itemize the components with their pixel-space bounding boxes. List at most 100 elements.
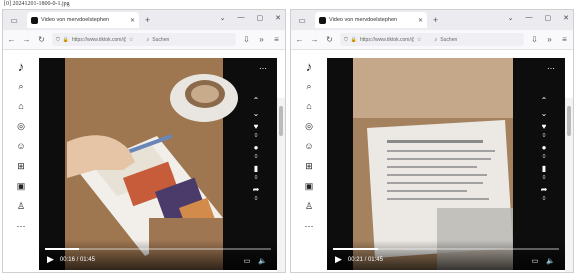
- tab-bar: ▭ Video von mervdoelstephen ✕ + ⌄ — ▢ ✕: [291, 10, 573, 30]
- address-bar[interactable]: ⛉ 🔒 https://www.tiktok.com/@... ☆ ⌕ Such…: [52, 33, 236, 46]
- extensions-icon[interactable]: ⇩: [242, 35, 251, 44]
- chevron-down-icon[interactable]: ⌄: [253, 109, 260, 118]
- close-window-icon[interactable]: ✕: [275, 14, 281, 22]
- bookmark-star-icon[interactable]: ☆: [417, 37, 421, 43]
- scrollbar-thumb[interactable]: [279, 106, 283, 136]
- compass-icon[interactable]: ◎: [303, 120, 315, 132]
- upload-icon[interactable]: ⊞: [15, 160, 27, 172]
- upload-icon[interactable]: ⊞: [303, 160, 315, 172]
- compass-icon[interactable]: ◎: [15, 120, 27, 132]
- forward-icon[interactable]: →: [22, 35, 31, 44]
- maximize-icon[interactable]: ▢: [545, 14, 552, 22]
- captions-icon[interactable]: ▭: [244, 257, 251, 265]
- tiktok-page: ♪ ⌕ ⌂ ◎ ☺ ⊞ ▣ ♙ ⋯ ⋯ ⌃ ⌄ ♥ 0 ● 0 ▮ 0 ➦ 0 …: [291, 50, 573, 272]
- home-icon[interactable]: ⌂: [303, 100, 315, 112]
- forward-icon[interactable]: →: [310, 35, 319, 44]
- chevron-down-icon[interactable]: ⌄: [220, 14, 226, 22]
- live-icon[interactable]: ▣: [303, 180, 315, 192]
- tiktok-favicon-icon: [31, 16, 38, 24]
- tiktok-page: ♪ ⌕ ⌂ ◎ ☺ ⊞ ▣ ♙ ⋯ ⋯ ⌃ ⌄ ♥ 0 ● 0 ▮ 0 ➦ 0 …: [3, 50, 285, 272]
- player-controls: ▶ 00:21 / 01:45 ▭ 🔈: [327, 240, 565, 270]
- play-icon[interactable]: ▶: [47, 254, 54, 265]
- search-icon: ⌕: [146, 36, 150, 43]
- tiktok-favicon-icon: [319, 16, 326, 24]
- browser-tab[interactable]: Video von mervdoelstephen ✕: [27, 12, 139, 28]
- share-icon[interactable]: ➦: [253, 185, 260, 194]
- more-icon[interactable]: ⋯: [15, 220, 27, 232]
- captions-icon[interactable]: ▭: [532, 257, 539, 265]
- time-readout: 00:21 / 01:45: [347, 256, 383, 263]
- share-icon[interactable]: ➦: [541, 185, 548, 194]
- more-icon[interactable]: ⋯: [303, 220, 315, 232]
- tiktok-logo-icon[interactable]: ♪: [15, 59, 27, 74]
- heart-icon[interactable]: ♥: [254, 122, 259, 131]
- bookmark-star-icon[interactable]: ☆: [129, 37, 133, 43]
- profile-icon[interactable]: ♙: [15, 200, 27, 212]
- progress-bar[interactable]: [45, 248, 271, 250]
- back-icon[interactable]: ←: [7, 35, 16, 44]
- playback-controls: ▶ 00:21 / 01:45: [335, 254, 383, 265]
- tab-list-icon[interactable]: ▭: [7, 16, 21, 25]
- bookmark-icon[interactable]: ▮: [254, 164, 258, 173]
- volume-icon[interactable]: 🔈: [258, 257, 267, 265]
- close-tab-icon[interactable]: ✕: [418, 17, 423, 24]
- comment-icon[interactable]: ●: [542, 143, 547, 152]
- minimize-icon[interactable]: —: [238, 14, 245, 22]
- downloads-icon[interactable]: »: [545, 35, 554, 44]
- downloads-icon[interactable]: »: [257, 35, 266, 44]
- close-tab-icon[interactable]: ✕: [130, 17, 135, 24]
- scrollbar-thumb[interactable]: [567, 106, 571, 136]
- chevron-up-icon[interactable]: ⌃: [541, 96, 548, 105]
- action-rail: ⌃ ⌄ ♥ 0 ● 0 ▮ 0 ➦ 0: [243, 58, 269, 240]
- url-text: https://www.tiktok.com/@...: [72, 36, 126, 43]
- tiktok-sidebar: ♪ ⌕ ⌂ ◎ ☺ ⊞ ▣ ♙ ⋯: [291, 50, 327, 272]
- progress-fill: [333, 248, 379, 250]
- video-player[interactable]: ⋯ ⌃ ⌄ ♥ 0 ● 0 ▮ 0 ➦ 0 ▶ 00:16 / 01:45 ▭ …: [39, 58, 277, 270]
- window-controls: ⌄ — ▢ ✕: [508, 14, 569, 22]
- search-icon[interactable]: ⌕: [15, 80, 27, 92]
- volume-icon[interactable]: 🔈: [546, 257, 555, 265]
- home-icon[interactable]: ⌂: [15, 100, 27, 112]
- live-icon[interactable]: ▣: [15, 180, 27, 192]
- tab-list-icon[interactable]: ▭: [295, 16, 309, 25]
- chevron-up-icon[interactable]: ⌃: [253, 96, 260, 105]
- menu-icon[interactable]: ≡: [560, 35, 569, 44]
- reload-icon[interactable]: ↻: [37, 35, 46, 44]
- url-text: https://www.tiktok.com/@...: [360, 36, 414, 43]
- tiktok-logo-icon[interactable]: ♪: [303, 59, 315, 74]
- tab-bar: ▭ Video von mervdoelstephen ✕ + ⌄ — ▢ ✕: [3, 10, 285, 30]
- heart-icon[interactable]: ♥: [542, 122, 547, 131]
- minimize-icon[interactable]: —: [526, 14, 533, 22]
- extensions-icon[interactable]: ⇩: [530, 35, 539, 44]
- like-count: 0: [254, 133, 258, 139]
- address-bar[interactable]: ⛉ 🔒 https://www.tiktok.com/@... ☆ ⌕ Such…: [340, 33, 524, 46]
- video-frame: [39, 58, 277, 270]
- profile-icon[interactable]: ♙: [303, 200, 315, 212]
- bookmark-icon[interactable]: ▮: [542, 164, 546, 173]
- new-tab-icon[interactable]: +: [145, 15, 150, 25]
- close-window-icon[interactable]: ✕: [563, 14, 569, 22]
- browser-tab[interactable]: Video von mervdoelstephen ✕: [315, 12, 427, 28]
- menu-icon[interactable]: ≡: [272, 35, 281, 44]
- page-scrollbar[interactable]: [565, 98, 573, 272]
- reload-icon[interactable]: ↻: [325, 35, 334, 44]
- chevron-down-icon[interactable]: ⌄: [541, 109, 548, 118]
- back-icon[interactable]: ←: [295, 35, 304, 44]
- page-scrollbar[interactable]: [277, 98, 285, 272]
- nav-bar: ← → ↻ ⛉ 🔒 https://www.tiktok.com/@... ☆ …: [3, 30, 285, 50]
- video-player[interactable]: ⋯ ⌃ ⌄ ♥ 0 ● 0 ▮ 0 ➦ 0 ▶ 00:21 / 01:45 ▭ …: [327, 58, 565, 270]
- play-icon[interactable]: ▶: [335, 254, 342, 265]
- search-icon: ⌕: [434, 36, 438, 43]
- chevron-down-icon[interactable]: ⌄: [508, 14, 514, 22]
- window-controls: ⌄ — ▢ ✕: [220, 14, 281, 22]
- new-tab-icon[interactable]: +: [433, 15, 438, 25]
- following-icon[interactable]: ☺: [15, 140, 27, 152]
- lock-icon: 🔒: [350, 36, 357, 43]
- search-icon[interactable]: ⌕: [303, 80, 315, 92]
- maximize-icon[interactable]: ▢: [257, 14, 264, 22]
- tab-title: Video von mervdoelstephen: [329, 17, 398, 23]
- comment-icon[interactable]: ●: [254, 143, 259, 152]
- playback-controls: ▶ 00:16 / 01:45: [47, 254, 95, 265]
- progress-bar[interactable]: [333, 248, 559, 250]
- following-icon[interactable]: ☺: [303, 140, 315, 152]
